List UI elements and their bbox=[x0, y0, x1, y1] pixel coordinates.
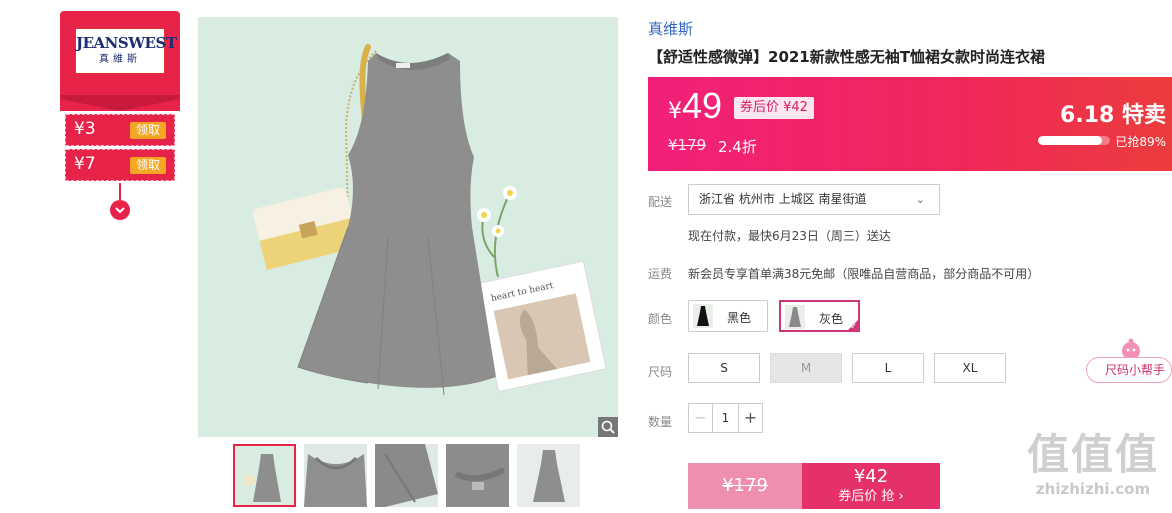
size-option-s[interactable]: S bbox=[688, 353, 760, 383]
size-option-xl[interactable]: XL bbox=[934, 353, 1006, 383]
sold-percentage: 已抢89% bbox=[1115, 135, 1166, 149]
quantity-input[interactable]: 1 bbox=[713, 404, 738, 432]
coupon-connector bbox=[119, 183, 121, 201]
size-option-l[interactable]: L bbox=[852, 353, 924, 383]
chevron-down-icon: ⌄ bbox=[915, 193, 925, 206]
flower-decoration bbox=[477, 186, 517, 278]
shipping-note: 新会员专享首单满38元免邮（限唯品自营商品，部分商品不可用） bbox=[688, 267, 1040, 281]
price-banner: ¥49 券后价 ¥42 ¥179 2.4折 6.18 特卖 已抢89% bbox=[648, 77, 1172, 171]
chevron-down-icon[interactable] bbox=[110, 200, 130, 220]
watermark-url: zhizhizhi.com bbox=[1035, 480, 1151, 498]
thumbnail-4[interactable] bbox=[446, 444, 509, 507]
color-option-label: 黑色 bbox=[727, 311, 752, 325]
price-value: 49 bbox=[682, 85, 723, 126]
size-label: 尺码 bbox=[648, 365, 673, 379]
quantity-label: 数量 bbox=[648, 415, 673, 429]
sold-progress-fill bbox=[1038, 136, 1103, 145]
price-symbol: ¥ bbox=[668, 99, 682, 124]
site-watermark: 值值值 zhizhizhi.com bbox=[1018, 430, 1168, 510]
quantity-plus-button[interactable]: + bbox=[738, 404, 762, 432]
quantity-minus-button[interactable]: − bbox=[689, 404, 713, 432]
delivery-label: 配送 bbox=[648, 195, 673, 209]
discount-rate: 2.4折 bbox=[718, 138, 757, 156]
claim-coupon-button[interactable]: 领取 bbox=[130, 122, 166, 139]
brand-logo-cn: 真維斯 bbox=[99, 54, 141, 65]
thumbnail-3[interactable] bbox=[375, 444, 438, 507]
original-price: ¥179 bbox=[668, 136, 707, 154]
product-main-image[interactable]: heart to heart bbox=[198, 17, 618, 437]
brand-logo[interactable]: JEANSWEST 真維斯 bbox=[75, 28, 177, 74]
sale-price: ¥49 bbox=[668, 85, 722, 127]
claim-coupon-button[interactable]: 领取 bbox=[130, 157, 166, 174]
product-title: 【舒适性感微弹】2021新款性感无袖T恤裙女款时尚连衣裙 bbox=[648, 48, 1045, 66]
coupon-buy-action: 券后价 抢 › bbox=[838, 489, 904, 504]
coupon-amount: ¥7 bbox=[74, 154, 96, 174]
brand-logo-en: JEANSWEST bbox=[76, 34, 177, 52]
check-icon: ✓ bbox=[850, 322, 857, 331]
buy-with-coupon-button[interactable]: ¥42 券后价 抢 › bbox=[802, 463, 940, 509]
address-select[interactable]: 浙江省 杭州市 上城区 南星街道 ⌄ bbox=[688, 184, 940, 215]
thumbnail-5[interactable] bbox=[517, 444, 580, 507]
coupon-7[interactable]: ¥7 领取 bbox=[65, 149, 175, 181]
coupon-3[interactable]: ¥3 领取 bbox=[65, 114, 175, 146]
promo-618-title: 6.18 特卖 bbox=[1060, 103, 1166, 128]
magnifier-icon[interactable] bbox=[598, 417, 618, 437]
shipping-label: 运费 bbox=[648, 267, 673, 281]
after-coupon-price-tag: 券后价 ¥42 bbox=[734, 97, 814, 119]
sold-progress-bar bbox=[1038, 136, 1110, 145]
buy-original-price-button[interactable]: ¥179 bbox=[688, 463, 802, 509]
color-option-grey[interactable]: 灰色 ✓ bbox=[779, 300, 860, 332]
color-option-label: 灰色 bbox=[819, 312, 844, 326]
brand-card-notch bbox=[60, 95, 180, 111]
color-label: 颜色 bbox=[648, 312, 673, 326]
grey-dress-swatch bbox=[785, 305, 805, 329]
coupon-amount: ¥3 bbox=[74, 119, 96, 139]
watermark-glyphs: 值值值 bbox=[1026, 430, 1159, 479]
color-option-black[interactable]: 黑色 bbox=[688, 300, 768, 332]
coupon-buy-price: ¥42 bbox=[853, 466, 889, 487]
delivery-estimate: 现在付款，最快6月23日（周三）送达 bbox=[688, 229, 891, 243]
brand-link[interactable]: 真维斯 bbox=[648, 18, 693, 39]
address-value: 浙江省 杭州市 上城区 南星街道 bbox=[699, 192, 867, 206]
size-option-m[interactable]: M bbox=[770, 353, 842, 383]
size-helper-button[interactable]: 尺码小帮手 bbox=[1086, 357, 1172, 383]
photo-card: heart to heart bbox=[475, 260, 607, 393]
thumbnail-1[interactable] bbox=[233, 444, 296, 507]
quantity-stepper: − 1 + bbox=[688, 403, 763, 433]
thumbnail-2[interactable] bbox=[304, 444, 367, 507]
black-dress-swatch bbox=[693, 304, 713, 328]
